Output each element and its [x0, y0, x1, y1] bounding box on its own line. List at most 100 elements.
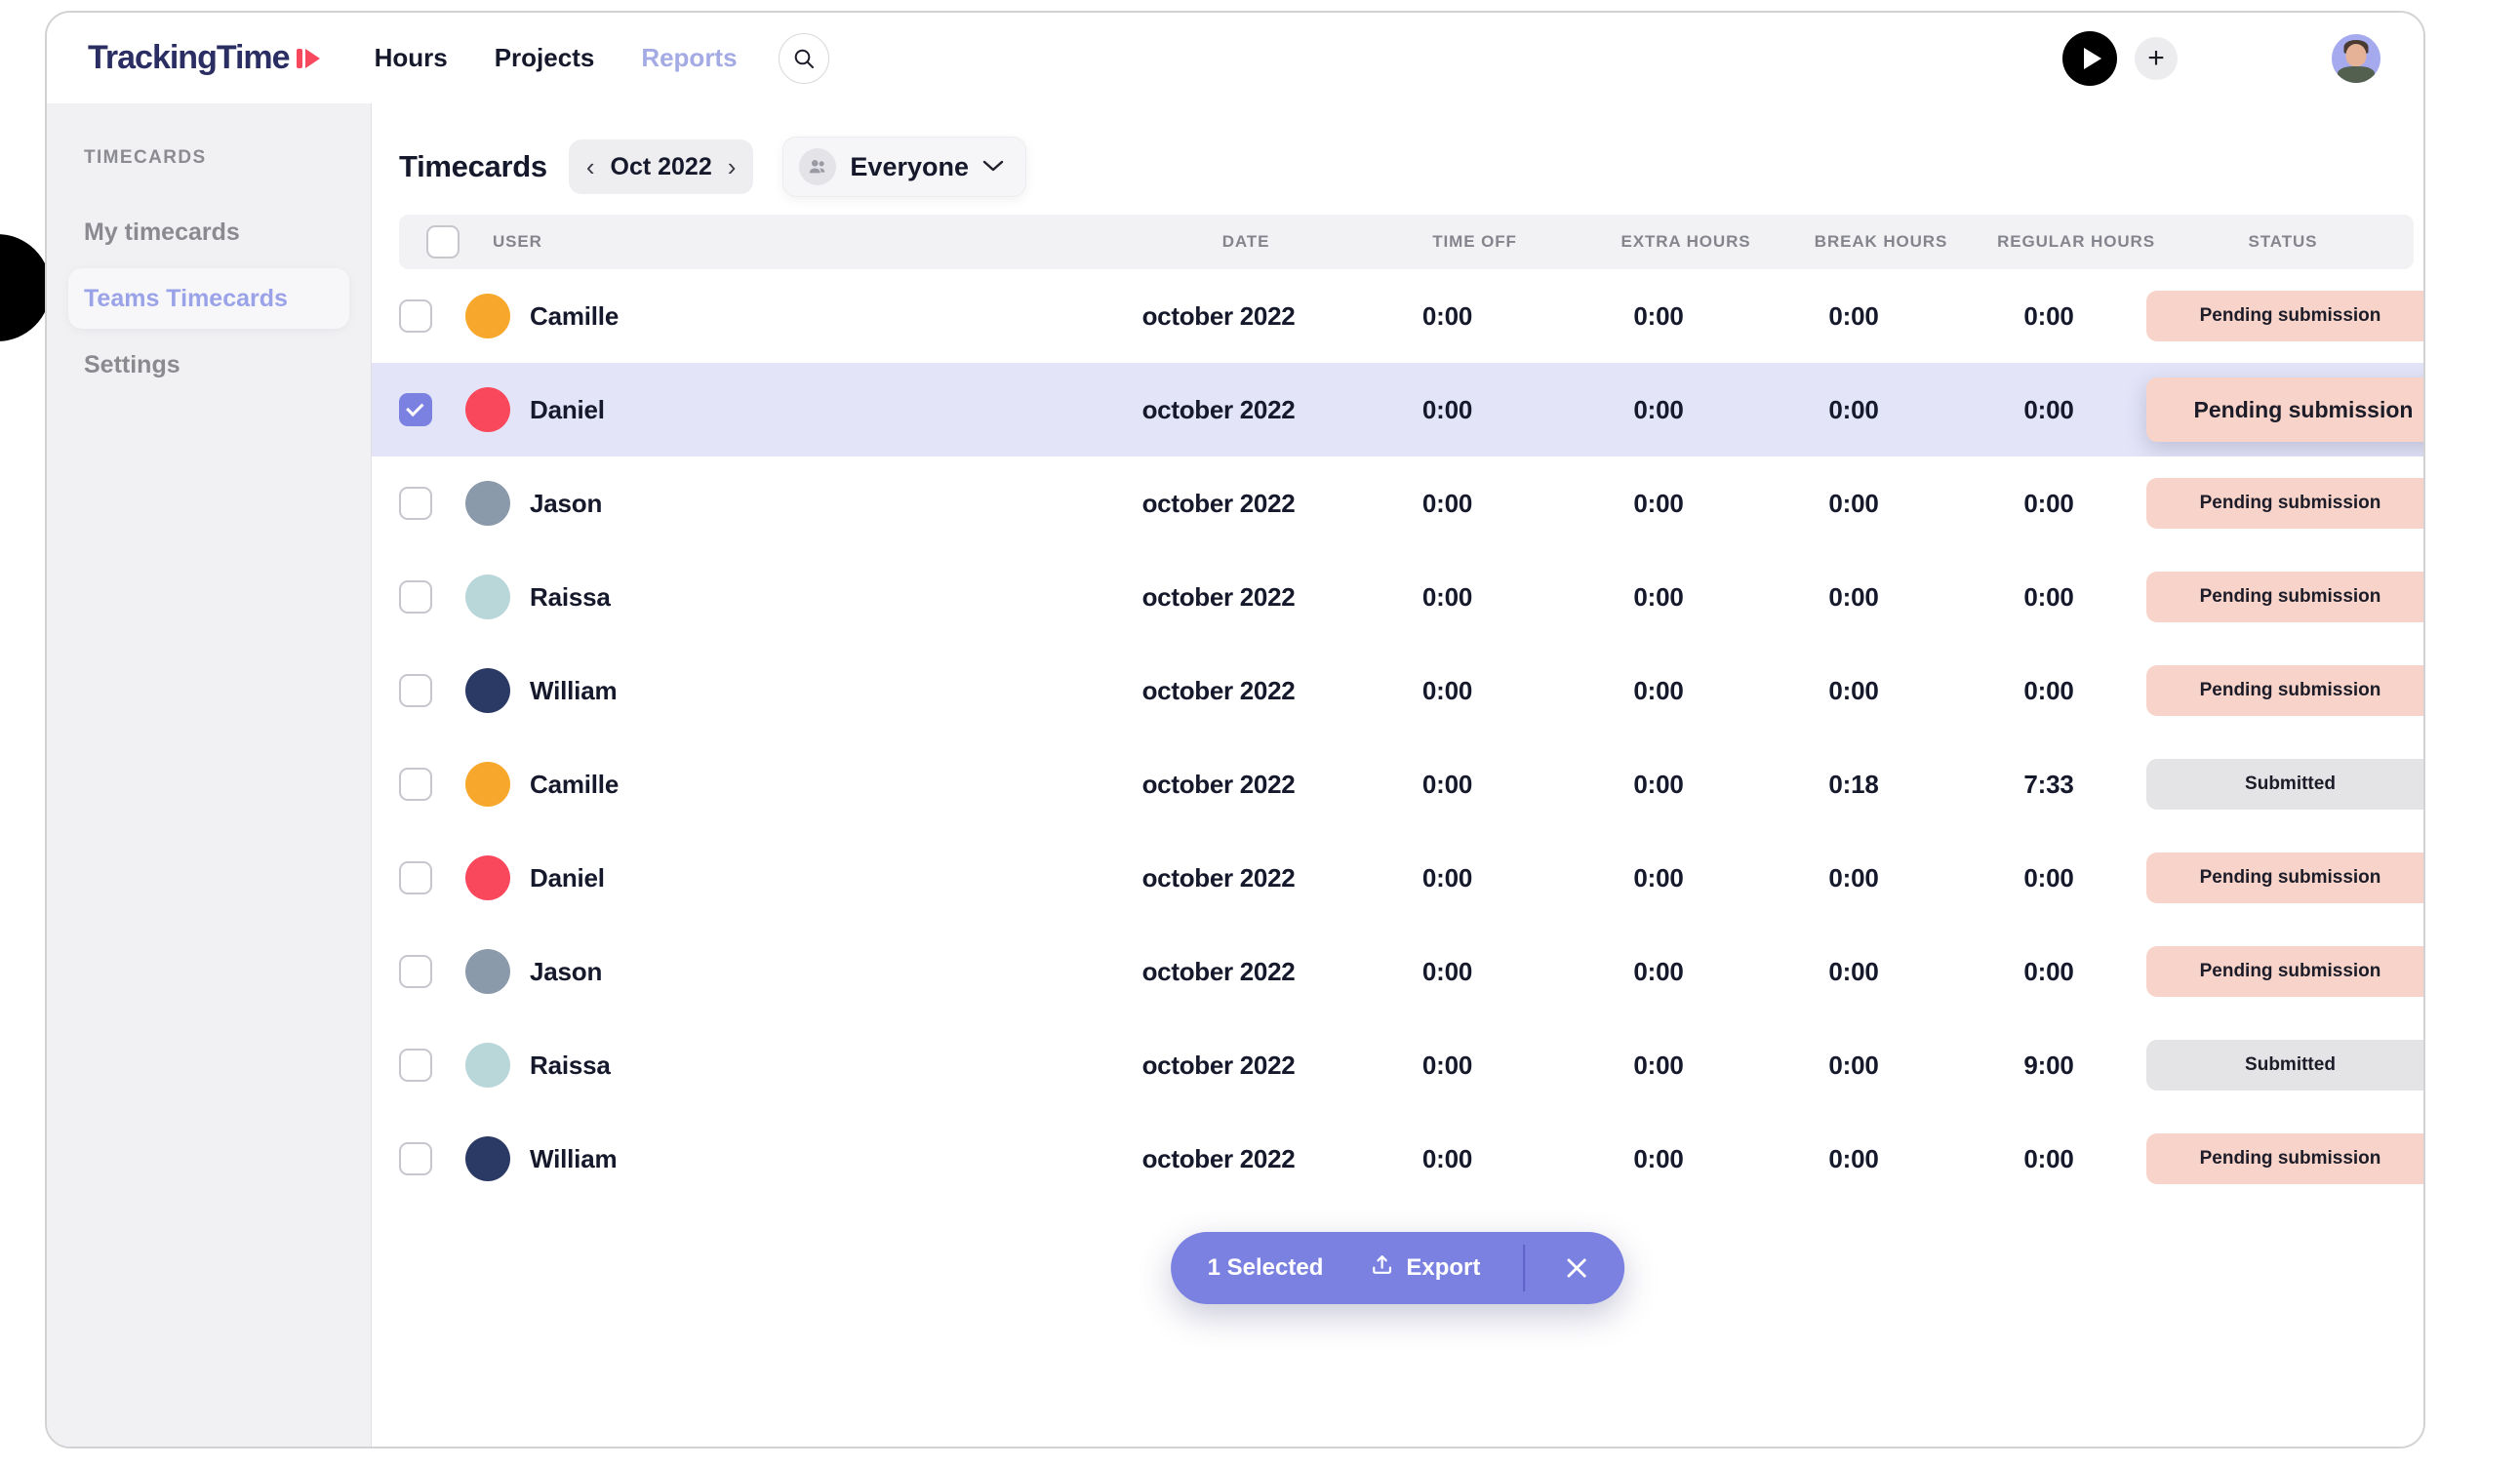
row-checkbox-cell — [372, 393, 460, 426]
user-name: Raissa — [530, 1050, 611, 1080]
month-picker[interactable]: ‹ Oct 2022 › — [568, 139, 754, 194]
status-cell: Pending submission — [2146, 665, 2423, 716]
status-badge[interactable]: Pending submission — [2146, 572, 2423, 622]
extra-hours-value: 0:00 — [1633, 1143, 1684, 1173]
row-checkbox[interactable] — [399, 674, 432, 707]
avatar[interactable] — [2332, 33, 2380, 83]
status-badge[interactable]: Submitted — [2146, 1040, 2423, 1091]
extra-hours-value: 0:00 — [1633, 488, 1684, 518]
close-icon[interactable] — [1554, 1246, 1599, 1290]
trackingtime-play-logo-icon — [296, 46, 322, 71]
user-cell: Camille — [460, 294, 1103, 338]
row-checkbox[interactable] — [399, 1049, 432, 1082]
table-row[interactable]: William october 2022 0:00 0:00 0:00 0:00 Pendi… — [372, 1112, 2423, 1206]
date-cell: october 2022 — [1103, 676, 1334, 706]
date-cell: october 2022 — [1103, 863, 1334, 893]
chevron-right-icon[interactable]: › — [728, 154, 737, 179]
user-name: Daniel — [530, 862, 605, 893]
search-icon[interactable] — [778, 32, 829, 84]
table-row[interactable]: William october 2022 0:00 0:00 0:00 0:00 Pendi… — [372, 644, 2423, 737]
regular-hours-value: 0:00 — [2023, 581, 2074, 612]
avatar — [465, 668, 510, 713]
regular-hours-cell: 0:00 — [1951, 301, 2146, 332]
break-hours-cell: 0:00 — [1756, 1051, 1951, 1081]
app-logo[interactable]: TrackingTime — [88, 39, 322, 77]
status-badge[interactable]: Pending submission — [2146, 377, 2423, 442]
break-hours-cell: 0:00 — [1756, 582, 1951, 613]
row-checkbox-cell — [372, 674, 460, 707]
sidebar-item-settings[interactable]: Settings — [68, 335, 349, 395]
break-hours-value: 0:00 — [1828, 488, 1879, 518]
row-checkbox[interactable] — [399, 768, 432, 801]
export-button[interactable]: Export — [1370, 1252, 1480, 1284]
row-checkbox[interactable] — [399, 393, 432, 426]
table-row[interactable]: Daniel october 2022 0:00 0:00 0:00 0:00 Pendin… — [372, 831, 2423, 925]
avatar — [465, 575, 510, 619]
avatar — [465, 762, 510, 807]
break-hours-cell: 0:00 — [1756, 395, 1951, 425]
status-badge[interactable]: Pending submission — [2146, 853, 2423, 903]
bulk-action-bar: 1 Selected Export — [1170, 1232, 1625, 1304]
avatar — [465, 387, 510, 432]
status-badge[interactable]: Pending submission — [2146, 665, 2423, 716]
table-row[interactable]: Jason october 2022 0:00 0:00 0:00 0:00 Pending… — [372, 925, 2423, 1018]
date-value: october 2022 — [1141, 956, 1296, 986]
sidebar-item-my-timecards[interactable]: My timecards — [68, 202, 349, 262]
table-row[interactable]: Daniel october 2022 0:00 0:00 0:00 0:00 Pendin… — [372, 363, 2423, 456]
break-hours-value: 0:00 — [1828, 675, 1879, 705]
date-value: october 2022 — [1141, 488, 1296, 518]
start-timer-play-icon[interactable] — [2062, 30, 2117, 86]
user-cell: William — [460, 1136, 1103, 1181]
row-checkbox-cell — [372, 299, 460, 333]
status-badge[interactable]: Pending submission — [2146, 478, 2423, 529]
avatar — [465, 481, 510, 526]
upload-icon — [1370, 1252, 1394, 1284]
sidebar-item-teams-timecards[interactable]: Teams Timecards — [68, 268, 349, 329]
table-row[interactable]: Raissa october 2022 0:00 0:00 0:00 9:00 Submit… — [372, 1018, 2423, 1112]
status-badge[interactable]: Pending submission — [2146, 291, 2423, 341]
avatar — [465, 1043, 510, 1088]
table-row[interactable]: Raissa october 2022 0:00 0:00 0:00 0:00 Pendin… — [372, 550, 2423, 644]
select-all-checkbox[interactable] — [426, 225, 460, 258]
row-checkbox[interactable] — [399, 580, 432, 614]
column-header-status: STATUS — [2248, 232, 2318, 251]
time-off-value: 0:00 — [1421, 394, 1473, 424]
row-checkbox[interactable] — [399, 955, 432, 988]
date-value: october 2022 — [1141, 1143, 1296, 1173]
table-row[interactable]: Camille october 2022 0:00 0:00 0:00 0:00 Pendi… — [372, 269, 2423, 363]
user-cell: Raissa — [460, 575, 1103, 619]
regular-hours-cell: 0:00 — [1951, 489, 2146, 519]
regular-hours-value: 0:00 — [2023, 300, 2074, 331]
status-badge[interactable]: Pending submission — [2146, 946, 2423, 997]
break-hours-cell: 0:18 — [1756, 770, 1951, 800]
status-badge[interactable]: Submitted — [2146, 759, 2423, 810]
add-plus-icon[interactable]: + — [2135, 36, 2178, 80]
date-value: october 2022 — [1141, 862, 1296, 893]
avatar — [465, 1136, 510, 1181]
row-checkbox[interactable] — [399, 1142, 432, 1175]
row-checkbox[interactable] — [399, 299, 432, 333]
select-all-checkbox-cell — [399, 225, 487, 258]
nav-item-hours[interactable]: Hours — [375, 43, 448, 73]
time-off-cell: 0:00 — [1334, 957, 1561, 987]
row-checkbox[interactable] — [399, 861, 432, 894]
nav-item-projects[interactable]: Projects — [495, 43, 595, 73]
nav-item-reports[interactable]: Reports — [641, 43, 737, 73]
people-filter-dropdown[interactable]: Everyone — [782, 137, 1026, 197]
column-header-regular-hours: REGULAR HOURS — [1997, 232, 2155, 251]
time-off-value: 0:00 — [1421, 300, 1473, 331]
logo-text: TrackingTime — [88, 39, 291, 76]
status-badge[interactable]: Pending submission — [2146, 1133, 2423, 1184]
row-checkbox-cell — [372, 955, 460, 988]
row-checkbox[interactable] — [399, 487, 432, 520]
chevron-left-icon[interactable]: ‹ — [586, 154, 595, 179]
status-cell: Pending submission — [2146, 946, 2423, 997]
main-content: Timecards ‹ Oct 2022 › Everyone USER DAT… — [372, 103, 2423, 1447]
break-hours-value: 0:00 — [1828, 300, 1879, 331]
regular-hours-cell: 0:00 — [1951, 863, 2146, 893]
time-off-value: 0:00 — [1421, 769, 1473, 799]
table-row[interactable]: Camille october 2022 0:00 0:00 0:18 7:33 Submi… — [372, 737, 2423, 831]
regular-hours-cell: 7:33 — [1951, 770, 2146, 800]
top-navbar: TrackingTime Hours Projects Reports + — [47, 13, 2423, 103]
table-row[interactable]: Jason october 2022 0:00 0:00 0:00 0:00 Pending… — [372, 456, 2423, 550]
